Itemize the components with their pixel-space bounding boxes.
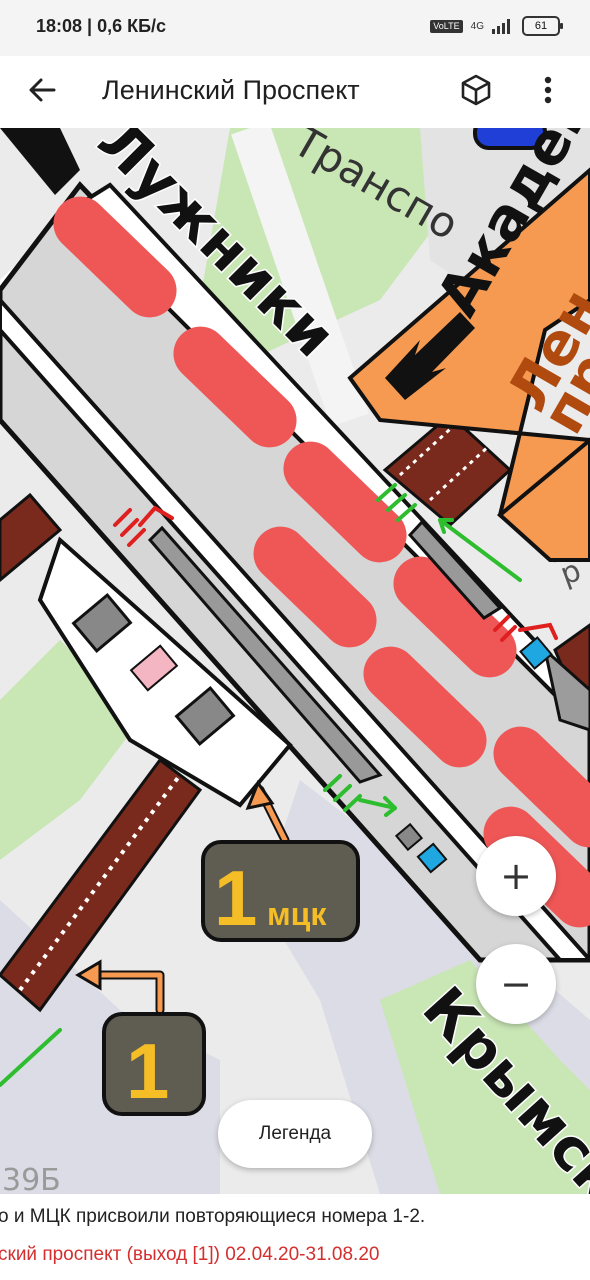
back-button[interactable] xyxy=(20,68,64,112)
battery-icon: 61 xyxy=(522,16,563,36)
map-canvas[interactable]: Лужники Транспо Академ Лен пр Крымск 39Б… xyxy=(0,128,590,1194)
exit-badge-1-mck-suffix: мцк xyxy=(267,896,327,932)
legend-button[interactable]: Легенда xyxy=(218,1100,372,1168)
closure-notice[interactable]: ский проспект (выход [1]) 02.04.20-31.08… xyxy=(0,1244,379,1266)
page-title: Ленинский Проспект xyxy=(102,75,360,105)
status-icons: VoLTE 4G 61 xyxy=(430,16,563,36)
3d-cube-icon xyxy=(461,74,491,106)
zoom-in-button[interactable]: + xyxy=(476,836,556,916)
status-time: 18:08 | 0,6 КБ/с xyxy=(36,16,167,36)
3d-view-button[interactable] xyxy=(454,68,498,112)
zoom-out-button[interactable]: − xyxy=(476,944,556,1024)
notice-text: о и МЦК присвоили повторяющиеся номера 1… xyxy=(0,1206,426,1227)
more-options-button[interactable] xyxy=(526,68,570,112)
more-vert-icon xyxy=(544,76,552,104)
station-map[interactable]: Лужники Транспо Академ Лен пр Крымск 39Б… xyxy=(0,128,590,1194)
app-bar: Ленинский Проспект xyxy=(0,56,590,128)
signal-icon xyxy=(492,19,510,34)
exit-badge-1-mck-number: 1 xyxy=(214,854,257,942)
network-4g-label: 4G xyxy=(470,20,484,32)
exit-badge-1[interactable]: 1 xyxy=(102,1012,206,1116)
building-number-label: 39Б xyxy=(2,1163,61,1194)
exit-badge-1-number: 1 xyxy=(126,1027,169,1115)
status-bar: 18:08 | 0,6 КБ/с VoLTE 4G 61 xyxy=(0,0,590,56)
arrow-back-icon xyxy=(29,78,56,102)
footer-notices: о и МЦК присвоили повторяющиеся номера 1… xyxy=(0,1194,590,1280)
volte-icon: VoLTE xyxy=(430,19,463,33)
exit-badge-1-mck[interactable]: 1 мцк xyxy=(201,840,360,942)
